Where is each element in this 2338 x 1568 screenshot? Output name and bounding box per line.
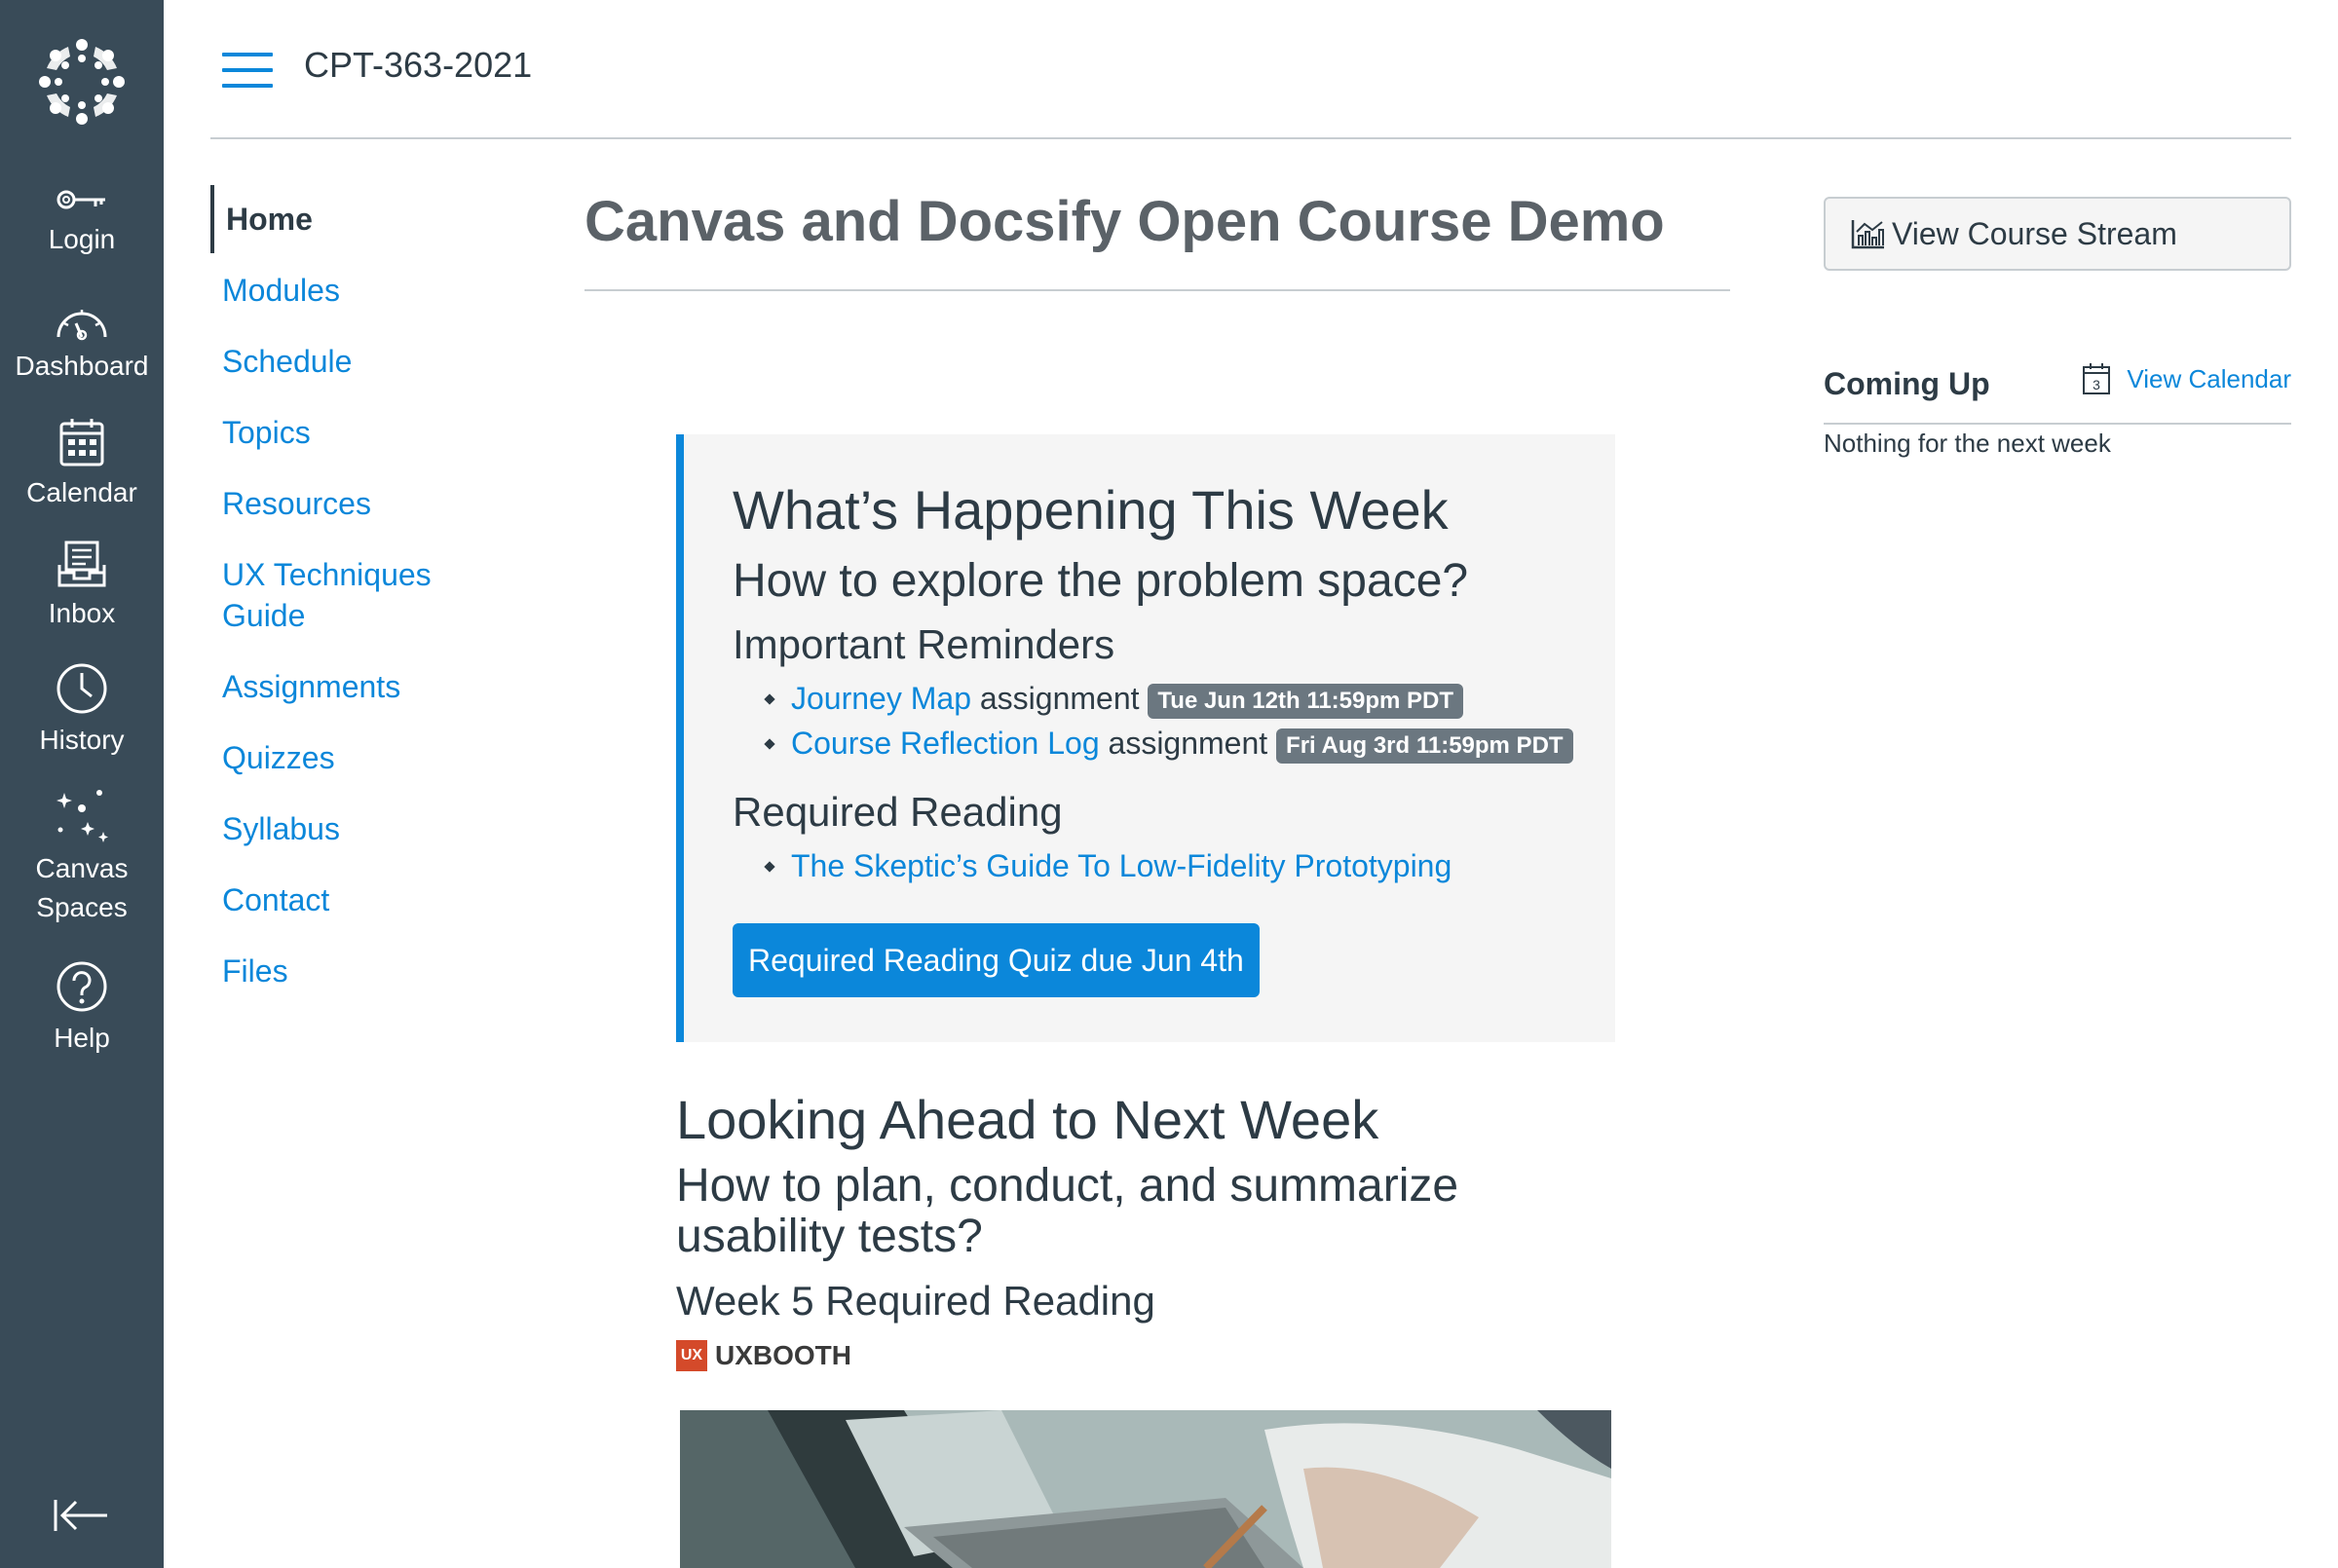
readings-list: The Skeptic’s Guide To Low-Fidelity Prot…: [791, 843, 1615, 888]
view-calendar-link[interactable]: 3 View Calendar: [2082, 362, 2291, 395]
course-nav-ux-techniques-guide[interactable]: UX Techniques Guide: [210, 554, 444, 636]
list-item: Journey Map assignment Tue Jun 12th 11:5…: [791, 676, 1615, 721]
week5-reading-heading: Week 5 Required Reading: [676, 1278, 1155, 1324]
dashboard-icon: [57, 310, 107, 341]
inbox-icon: [57, 541, 106, 587]
global-nav-inbox[interactable]: Inbox: [0, 540, 164, 633]
global-nav-history[interactable]: History: [0, 662, 164, 760]
global-nav-login[interactable]: Login: [0, 185, 164, 259]
course-breadcrumb[interactable]: CPT-363-2021: [304, 45, 532, 86]
canvas-logo-icon[interactable]: [37, 37, 127, 127]
help-icon: [57, 961, 107, 1012]
global-nav-label: Dashboard: [15, 351, 149, 381]
global-nav-label: Calendar: [26, 477, 137, 507]
reminders-heading: Important Reminders: [733, 621, 1115, 667]
coming-up-empty-message: Nothing for the next week: [1824, 429, 2111, 458]
global-nav-label: Login: [48, 224, 116, 254]
page-title: Canvas and Docsify Open Course Demo: [584, 189, 1730, 291]
global-nav-calendar[interactable]: Calendar: [0, 417, 164, 512]
course-reflection-log-link[interactable]: Course Reflection Log: [791, 726, 1100, 761]
course-nav-resources[interactable]: Resources: [210, 483, 503, 524]
view-calendar-label: View Calendar: [2127, 363, 2291, 393]
course-nav-topics[interactable]: Topics: [210, 412, 503, 453]
course-nav-modules[interactable]: Modules: [210, 270, 503, 311]
coming-up-header: Coming Up 3 View Calendar: [1824, 358, 2291, 425]
course-header: CPT-363-2021: [210, 0, 2291, 139]
global-nav-dashboard[interactable]: Dashboard: [0, 304, 164, 386]
key-icon: [57, 190, 105, 209]
collapse-nav-icon[interactable]: [53, 1496, 109, 1535]
course-nav-syllabus[interactable]: Syllabus: [210, 808, 503, 849]
global-nav-label: Canvas Spaces: [35, 853, 129, 922]
calendar-icon: [59, 419, 104, 467]
this-week-question: How to explore the problem space?: [733, 555, 1469, 607]
global-nav-label: History: [39, 725, 125, 755]
list-item: Course Reflection Log assignment Fri Aug…: [791, 721, 1615, 765]
required-reading-quiz-button[interactable]: Required Reading Quiz due Jun 4th: [733, 923, 1260, 997]
reminder-suffix: assignment: [979, 681, 1140, 716]
reading-preview-image[interactable]: [680, 1410, 1611, 1568]
reminder-suffix: assignment: [1108, 726, 1268, 761]
next-week-section: Looking Ahead to Next Week How to plan, …: [676, 1089, 1615, 1371]
course-nav-home[interactable]: Home: [210, 185, 503, 253]
reading-source[interactable]: UX UXBOOTH: [676, 1340, 1615, 1371]
course-nav: Home Modules Schedule Topics Resources U…: [210, 185, 503, 1022]
hamburger-menu-button[interactable]: [222, 53, 273, 90]
skeptics-guide-link[interactable]: The Skeptic’s Guide To Low-Fidelity Prot…: [791, 848, 1452, 883]
next-week-heading: Looking Ahead to Next Week: [676, 1089, 1379, 1150]
due-date-badge: Fri Aug 3rd 11:59pm PDT: [1276, 728, 1573, 764]
course-nav-contact[interactable]: Contact: [210, 879, 503, 920]
view-course-stream-button[interactable]: View Course Stream: [1824, 197, 2291, 271]
source-name: UXBOOTH: [715, 1340, 851, 1370]
course-nav-files[interactable]: Files: [210, 951, 503, 991]
journey-map-link[interactable]: Journey Map: [791, 681, 971, 716]
sparkles-icon: [57, 790, 108, 842]
global-nav-label: Inbox: [48, 598, 116, 628]
global-nav: Login Dashboard Calendar Inbox History C…: [0, 0, 164, 1568]
course-nav-assignments[interactable]: Assignments: [210, 666, 503, 707]
this-week-heading: What’s Happening This Week: [733, 479, 1449, 541]
next-week-question: How to plan, conduct, and summarize usab…: [676, 1160, 1459, 1262]
required-reading-heading: Required Reading: [733, 789, 1063, 835]
global-nav-canvas-spaces[interactable]: Canvas Spaces: [0, 785, 164, 927]
this-week-callout: What’s Happening This Week How to explor…: [676, 434, 1615, 1042]
calendar-day-icon: 3: [2083, 363, 2111, 394]
global-nav-label: Help: [54, 1023, 110, 1053]
chart-icon: [1851, 220, 1884, 249]
due-date-badge: Tue Jun 12th 11:59pm PDT: [1148, 683, 1464, 719]
coming-up-title: Coming Up: [1824, 366, 1990, 401]
calendar-day-number: 3: [2093, 377, 2100, 392]
list-item: The Skeptic’s Guide To Low-Fidelity Prot…: [791, 843, 1615, 888]
stream-button-label: View Course Stream: [1892, 215, 2177, 251]
global-nav-help[interactable]: Help: [0, 960, 164, 1058]
reminders-list: Journey Map assignment Tue Jun 12th 11:5…: [791, 676, 1615, 765]
clock-icon: [57, 663, 107, 714]
course-nav-quizzes[interactable]: Quizzes: [210, 737, 503, 778]
course-nav-schedule[interactable]: Schedule: [210, 341, 503, 382]
uxbooth-logo-icon: UX: [676, 1340, 707, 1371]
